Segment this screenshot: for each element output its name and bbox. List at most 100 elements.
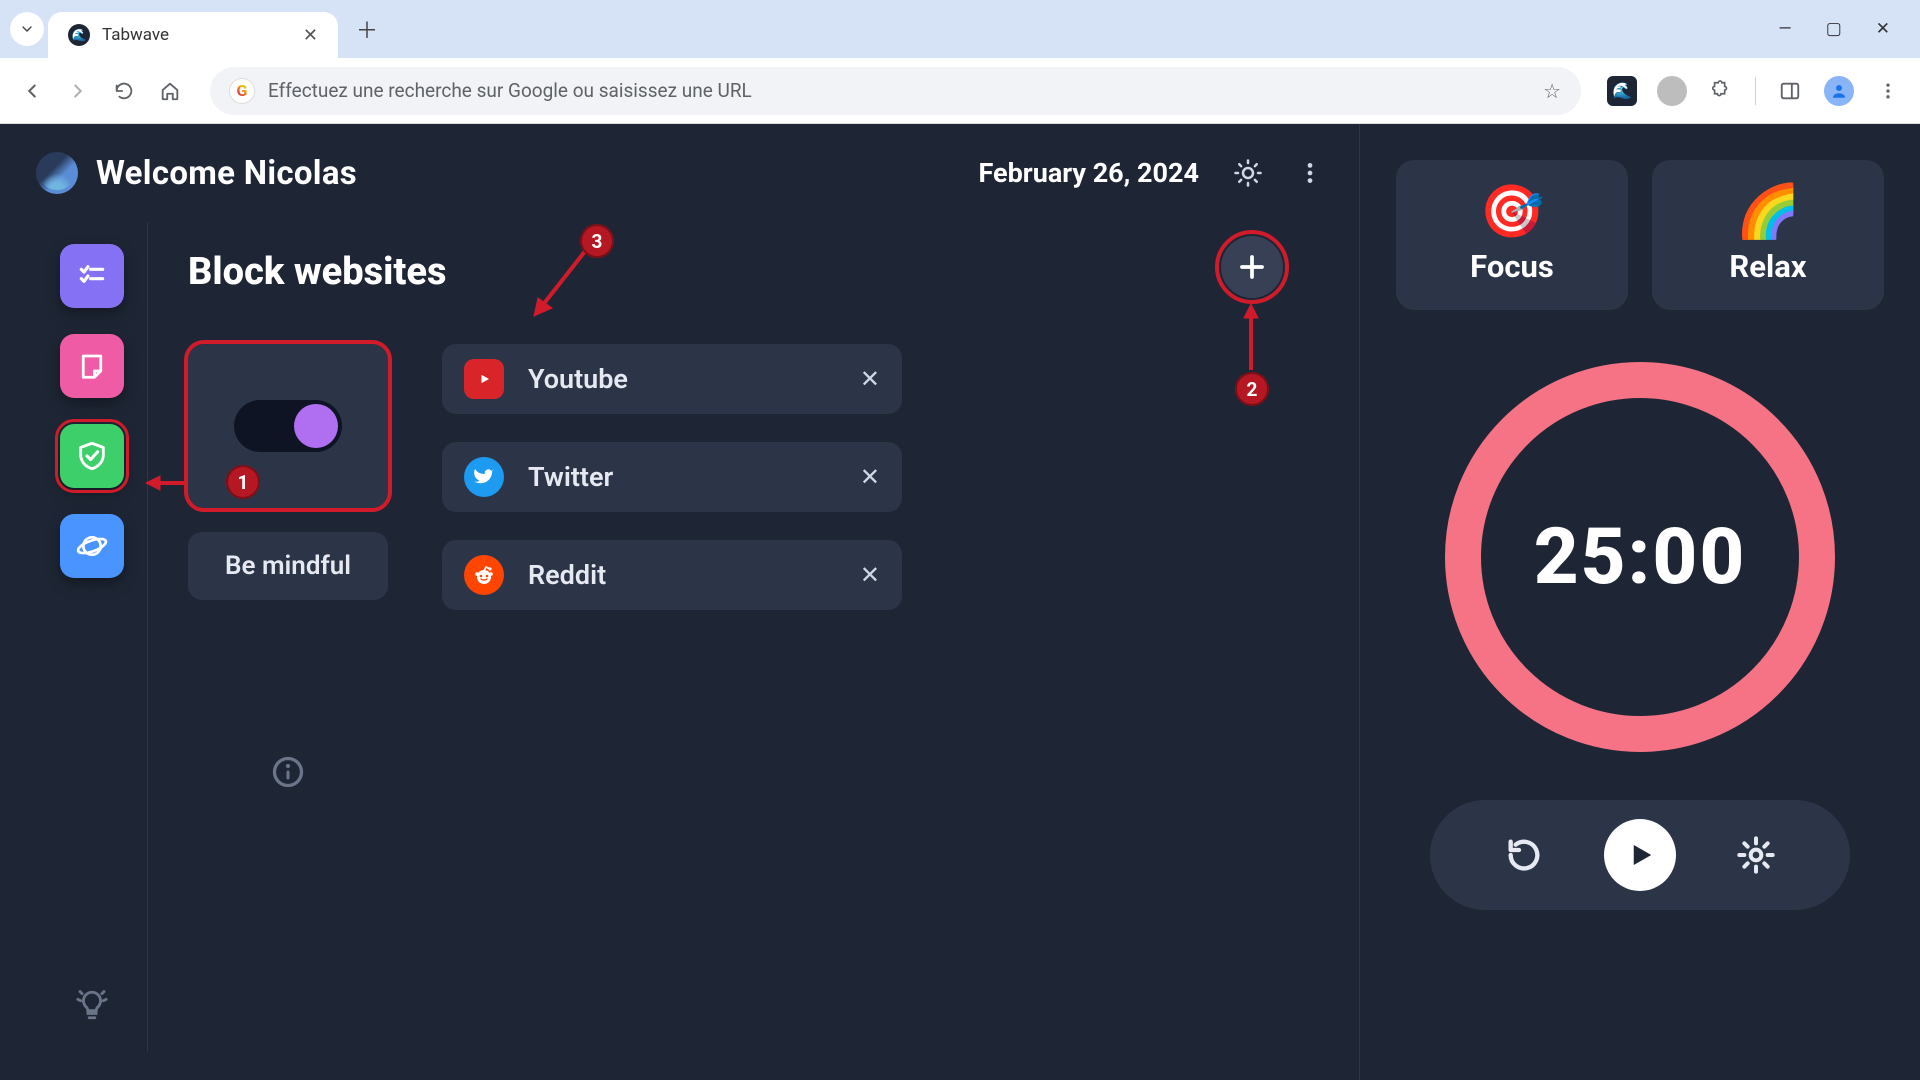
sun-icon bbox=[1233, 158, 1263, 188]
timer-play-button[interactable] bbox=[1604, 819, 1676, 891]
block-toggle-card bbox=[188, 344, 388, 508]
app-menu-button[interactable] bbox=[1297, 160, 1323, 186]
extension-icons: 🌊 bbox=[1607, 76, 1902, 106]
new-tab-button[interactable]: ＋ bbox=[356, 13, 378, 45]
minimize-button[interactable]: — bbox=[1778, 19, 1791, 39]
sidebar-item-block[interactable] bbox=[60, 424, 124, 488]
window-controls: — ▢ ✕ bbox=[1778, 19, 1910, 39]
reload-button[interactable] bbox=[110, 77, 138, 105]
timer-settings-button[interactable] bbox=[1736, 835, 1776, 875]
omnibox-placeholder: Effectuez une recherche sur Google ou sa… bbox=[268, 79, 1529, 102]
separator bbox=[1755, 77, 1756, 105]
sidepanel-icon bbox=[1779, 80, 1801, 102]
gear-icon bbox=[1736, 835, 1776, 875]
youtube-icon bbox=[464, 359, 504, 399]
person-icon bbox=[1830, 82, 1848, 100]
welcome-text: Welcome Nicolas bbox=[96, 154, 357, 193]
main-column: Welcome Nicolas February 26, 2024 bbox=[0, 124, 1360, 1080]
add-site-button[interactable] bbox=[1221, 236, 1283, 298]
blocked-site-row: Twitter ✕ bbox=[442, 442, 902, 512]
tips-button[interactable] bbox=[75, 988, 109, 1022]
chrome-menu-button[interactable] bbox=[1874, 77, 1902, 105]
site-name: Twitter bbox=[528, 461, 836, 493]
tab-search-dropdown[interactable] bbox=[10, 12, 44, 46]
bookmark-star-icon[interactable]: ☆ bbox=[1543, 79, 1561, 103]
puzzle-icon bbox=[1710, 80, 1732, 102]
shield-check-icon bbox=[75, 439, 109, 473]
chevron-down-icon bbox=[19, 21, 35, 37]
sidebar-item-notes[interactable] bbox=[60, 334, 124, 398]
tab-favicon-icon: 🌊 bbox=[68, 24, 90, 46]
dots-vertical-icon bbox=[1878, 81, 1898, 101]
sidebar-item-tasks[interactable] bbox=[60, 244, 124, 308]
forward-button[interactable] bbox=[64, 77, 92, 105]
remove-site-button[interactable]: ✕ bbox=[860, 561, 880, 589]
app-root: Welcome Nicolas February 26, 2024 bbox=[0, 124, 1920, 1080]
header-date: February 26, 2024 bbox=[979, 157, 1200, 189]
mode-relax[interactable]: 🌈 Relax bbox=[1652, 160, 1884, 310]
remove-site-button[interactable]: ✕ bbox=[860, 365, 880, 393]
close-window-button[interactable]: ✕ bbox=[1876, 19, 1890, 39]
extension-generic-icon[interactable] bbox=[1657, 76, 1687, 106]
block-toggle[interactable] bbox=[234, 400, 342, 452]
side-panel-button[interactable] bbox=[1776, 77, 1804, 105]
reddit-icon bbox=[464, 555, 504, 595]
mindful-column: Be mindful bbox=[188, 344, 388, 790]
site-name: Reddit bbox=[528, 559, 836, 591]
timer-display: 25:00 bbox=[1534, 512, 1747, 603]
info-icon bbox=[270, 754, 306, 790]
sticky-note-icon bbox=[77, 351, 107, 381]
sidebar: 1 bbox=[36, 222, 148, 1052]
blocked-site-row: Reddit ✕ bbox=[442, 540, 902, 610]
annotation-badge-1: 1 bbox=[226, 465, 260, 499]
back-button[interactable] bbox=[18, 77, 46, 105]
theme-toggle-button[interactable] bbox=[1233, 158, 1263, 188]
site-name: Youtube bbox=[528, 363, 836, 395]
right-column: 🎯 Focus 🌈 Relax 25:00 bbox=[1360, 124, 1920, 1080]
lightbulb-icon bbox=[75, 988, 109, 1022]
mode-focus[interactable]: 🎯 Focus bbox=[1396, 160, 1628, 310]
play-icon bbox=[1625, 840, 1655, 870]
mode-row: 🎯 Focus 🌈 Relax bbox=[1396, 160, 1884, 310]
annotation-badge-3: 3 bbox=[580, 224, 614, 258]
tab-close-icon[interactable]: ✕ bbox=[303, 25, 318, 46]
checklist-icon bbox=[76, 260, 108, 292]
reload-icon bbox=[113, 80, 135, 102]
tab-title: Tabwave bbox=[102, 25, 291, 45]
target-icon: 🎯 bbox=[1480, 186, 1545, 238]
arrow-right-icon bbox=[67, 80, 89, 102]
info-button[interactable] bbox=[270, 754, 306, 790]
plus-icon bbox=[1237, 252, 1267, 282]
mode-relax-label: Relax bbox=[1729, 248, 1806, 285]
reset-icon bbox=[1504, 835, 1544, 875]
home-button[interactable] bbox=[156, 77, 184, 105]
toggle-knob bbox=[294, 404, 338, 448]
mode-focus-label: Focus bbox=[1470, 248, 1554, 285]
planet-icon bbox=[76, 530, 108, 562]
maximize-button[interactable]: ▢ bbox=[1826, 19, 1842, 39]
content-area: Block websites 3 2 bbox=[148, 222, 1323, 1052]
timer-reset-button[interactable] bbox=[1504, 835, 1544, 875]
sidebar-item-explore[interactable] bbox=[60, 514, 124, 578]
remove-site-button[interactable]: ✕ bbox=[860, 463, 880, 491]
timer-ring: 25:00 bbox=[1445, 362, 1835, 752]
timer-controls bbox=[1430, 800, 1850, 910]
dots-vertical-icon bbox=[1297, 160, 1323, 186]
extensions-button[interactable] bbox=[1707, 77, 1735, 105]
profile-avatar-icon[interactable] bbox=[1824, 76, 1854, 106]
section-title: Block websites bbox=[188, 250, 1283, 294]
app-logo-icon bbox=[36, 152, 78, 194]
home-icon bbox=[159, 80, 181, 102]
body-row: 1 Block websites 3 2 bbox=[36, 222, 1323, 1052]
rainbow-icon: 🌈 bbox=[1736, 186, 1801, 238]
tab-strip: 🌊 Tabwave ✕ ＋ — ▢ ✕ bbox=[0, 0, 1920, 58]
blocked-sites-list: Youtube ✕ Twitter ✕ Reddit ✕ bbox=[442, 344, 902, 790]
omnibox[interactable]: G Effectuez une recherche sur Google ou … bbox=[210, 67, 1581, 115]
annotation-arrow-2 bbox=[1241, 302, 1261, 372]
browser-toolbar: G Effectuez une recherche sur Google ou … bbox=[0, 58, 1920, 124]
browser-tab[interactable]: 🌊 Tabwave ✕ bbox=[48, 12, 338, 58]
twitter-icon bbox=[464, 457, 504, 497]
google-g-icon: G bbox=[230, 79, 254, 103]
extension-tabwave-icon[interactable]: 🌊 bbox=[1607, 76, 1637, 106]
browser-chrome: 🌊 Tabwave ✕ ＋ — ▢ ✕ G Effectuez une rech… bbox=[0, 0, 1920, 124]
